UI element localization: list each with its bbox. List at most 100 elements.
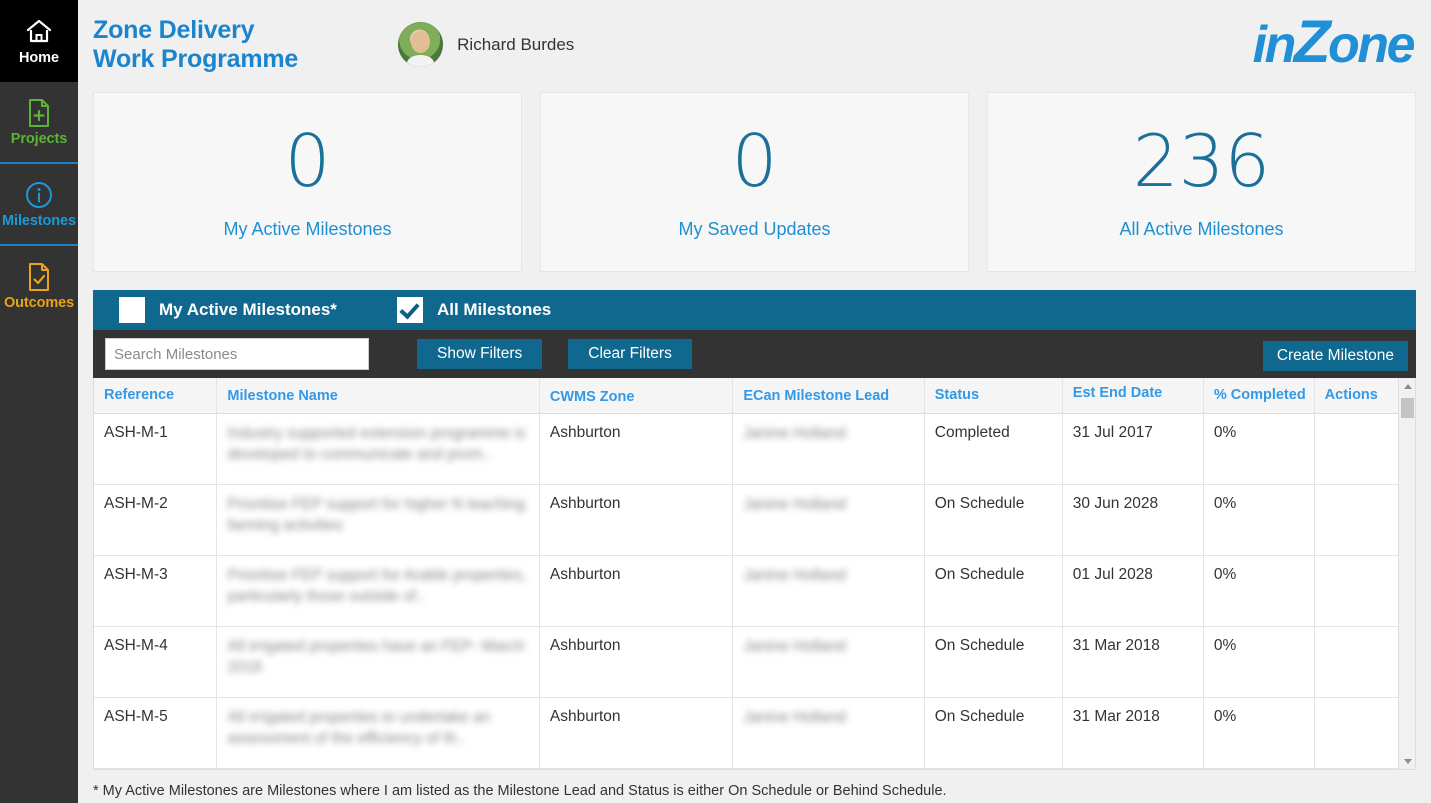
table-header: Reference Milestone Name CWMS Zone ECan …: [94, 378, 1415, 414]
cell-ecan-milestone-lead: Janine Holland: [732, 555, 925, 627]
sidebar-item-home[interactable]: Home: [0, 0, 78, 82]
kpi-value: 236: [1132, 118, 1271, 203]
checkbox-label-my-active-milestones: My Active Milestones*: [159, 300, 337, 319]
cell-cwms-zone: Ashburton: [539, 626, 734, 698]
logo-part-one: one: [1328, 16, 1415, 74]
sidebar: Home Projects Milestones Outcomes: [0, 0, 78, 803]
kpi-card-my-active-milestones[interactable]: 0 My Active Milestones: [93, 92, 522, 272]
cell-ecan-milestone-lead: [732, 768, 925, 769]
kpi-label: My Active Milestones: [223, 218, 392, 239]
checkbox-group-my-active-milestones[interactable]: My Active Milestones*: [119, 297, 337, 323]
table-row[interactable]: ASH-M-4 All irrigated properties have an …: [94, 626, 1415, 698]
cell-cwms-zone: Ashburton: [539, 413, 734, 485]
cell-milestone-name: Identify measurable ...: [216, 768, 540, 769]
cell-milestone-name: Industry supported extension programme i…: [216, 413, 540, 485]
user-block[interactable]: Richard Burdes: [398, 22, 574, 67]
cell-percent-completed: 0%: [1203, 626, 1315, 698]
clear-filters-button[interactable]: Clear Filters: [568, 339, 692, 369]
cell-status: Completed: [924, 413, 1063, 485]
cell-reference: [94, 768, 218, 769]
cell-cwms-zone: Ashburton: [539, 484, 734, 556]
cell-status: On Schedule: [924, 484, 1063, 556]
cell-est-end-date: 01 Jul 2028: [1062, 555, 1204, 627]
cell-reference: ASH-M-2: [94, 484, 218, 556]
column-header-reference[interactable]: Reference: [94, 378, 218, 414]
sidebar-item-milestones[interactable]: Milestones: [0, 164, 78, 244]
user-name: Richard Burdes: [457, 34, 575, 54]
column-header-ecan-milestone-lead[interactable]: ECan Milestone Lead: [732, 378, 925, 414]
page-title: Zone Delivery Work Programme: [93, 16, 299, 73]
cell-ecan-milestone-lead: Janine Holland: [732, 626, 925, 698]
cell-est-end-date: [1062, 768, 1204, 769]
logo-part-z: Z: [1293, 8, 1331, 75]
cell-cwms-zone: [539, 768, 734, 769]
column-header-cwms-zone[interactable]: CWMS Zone: [539, 378, 734, 414]
scroll-up-arrow-icon[interactable]: [1399, 378, 1415, 395]
cell-cwms-zone: Ashburton: [539, 555, 734, 627]
document-plus-icon: [26, 98, 52, 128]
cell-reference: ASH-M-1: [94, 413, 218, 485]
cell-percent-completed: 0%: [1203, 555, 1315, 627]
sidebar-item-label-milestones: Milestones: [2, 212, 76, 229]
avatar: [398, 22, 444, 67]
search-input[interactable]: [105, 338, 369, 370]
cell-status: [924, 768, 1063, 769]
cell-cwms-zone: Ashburton: [539, 697, 734, 769]
cell-ecan-milestone-lead: Janine Holland: [732, 697, 925, 769]
cell-reference: ASH-M-3: [94, 555, 218, 627]
cell-est-end-date: 31 Mar 2018: [1062, 626, 1204, 698]
table-body: ASH-M-1 Industry supported extension prog…: [94, 413, 1415, 769]
sidebar-item-label-home: Home: [19, 49, 59, 66]
column-header-status[interactable]: Status: [924, 378, 1063, 414]
sidebar-item-outcomes[interactable]: Outcomes: [0, 246, 78, 326]
inzone-logo: inZone: [1252, 12, 1416, 74]
filter-bar: My Active Milestones* All Milestones Sho…: [93, 290, 1416, 378]
sidebar-item-label-projects: Projects: [10, 130, 68, 147]
kpi-card-my-saved-updates[interactable]: 0 My Saved Updates: [540, 92, 969, 272]
cell-milestone-name: Prioritise FEP support for higher N leac…: [216, 484, 540, 556]
cell-ecan-milestone-lead: Janine Holland: [732, 484, 925, 556]
table-row[interactable]: Identify measurable ...: [94, 768, 1415, 769]
cell-status: On Schedule: [924, 626, 1063, 698]
cell-percent-completed: 0%: [1203, 413, 1315, 485]
cell-est-end-date: 30 Jun 2028: [1062, 484, 1204, 556]
document-check-icon: [26, 262, 52, 292]
kpi-value: 0: [731, 118, 778, 203]
kpi-label: All Active Milestones: [1119, 218, 1284, 239]
sidebar-item-projects[interactable]: Projects: [0, 82, 78, 162]
cell-percent-completed: [1203, 768, 1315, 769]
checkbox-all-milestones[interactable]: [396, 297, 423, 323]
milestones-table-element: Reference Milestone Name CWMS Zone ECan …: [94, 378, 1415, 769]
info-circle-icon: [24, 180, 54, 210]
kpi-card-all-active-milestones[interactable]: 236 All Active Milestones: [987, 92, 1416, 272]
filter-bar-actions: Show Filters Clear Filters Create Milest…: [93, 330, 1416, 378]
home-icon: [24, 17, 54, 47]
scrollbar-thumb[interactable]: [1401, 398, 1414, 418]
column-header-milestone-name[interactable]: Milestone Name: [216, 378, 540, 414]
cell-reference: ASH-M-5: [94, 697, 218, 769]
table-row[interactable]: ASH-M-2 Prioritise FEP support for higher…: [94, 484, 1415, 556]
checkbox-my-active-milestones[interactable]: [119, 297, 145, 323]
cell-ecan-milestone-lead: Janine Holland: [732, 413, 925, 485]
column-header-percent-completed[interactable]: % Completed: [1203, 378, 1315, 414]
cell-milestone-name: All irrigated properties to undertake an…: [216, 697, 540, 769]
table-vertical-scrollbar[interactable]: [1398, 378, 1415, 769]
filter-bar-checkboxes: My Active Milestones* All Milestones: [93, 290, 1416, 330]
logo-part-in: in: [1252, 16, 1297, 74]
create-milestone-button[interactable]: Create Milestone: [1262, 341, 1408, 371]
table-row[interactable]: ASH-M-1 Industry supported extension prog…: [94, 413, 1415, 485]
cell-reference: ASH-M-4: [94, 626, 218, 698]
cell-milestone-name: Prioritise FEP support for Arable proper…: [216, 555, 540, 627]
cell-milestone-name: All irrigated properties have an FEP- Ma…: [216, 626, 540, 698]
table-row[interactable]: ASH-M-5 All irrigated properties to under…: [94, 697, 1415, 769]
cell-est-end-date: 31 Mar 2018: [1062, 697, 1204, 769]
scroll-down-arrow-icon[interactable]: [1399, 753, 1415, 769]
show-filters-button[interactable]: Show Filters: [417, 339, 543, 369]
checkbox-group-all-milestones[interactable]: All Milestones: [396, 297, 551, 323]
main-content: Zone Delivery Work Programme Richard Bur…: [78, 0, 1431, 803]
footnote: * My Active Milestones are Milestones wh…: [93, 783, 947, 799]
cell-est-end-date: 31 Jul 2017: [1062, 413, 1204, 485]
kpi-label: My Saved Updates: [678, 218, 831, 239]
table-row[interactable]: ASH-M-3 Prioritise FEP support for Arable…: [94, 555, 1415, 627]
column-header-est-end-date[interactable]: Est End Date: [1062, 378, 1204, 414]
